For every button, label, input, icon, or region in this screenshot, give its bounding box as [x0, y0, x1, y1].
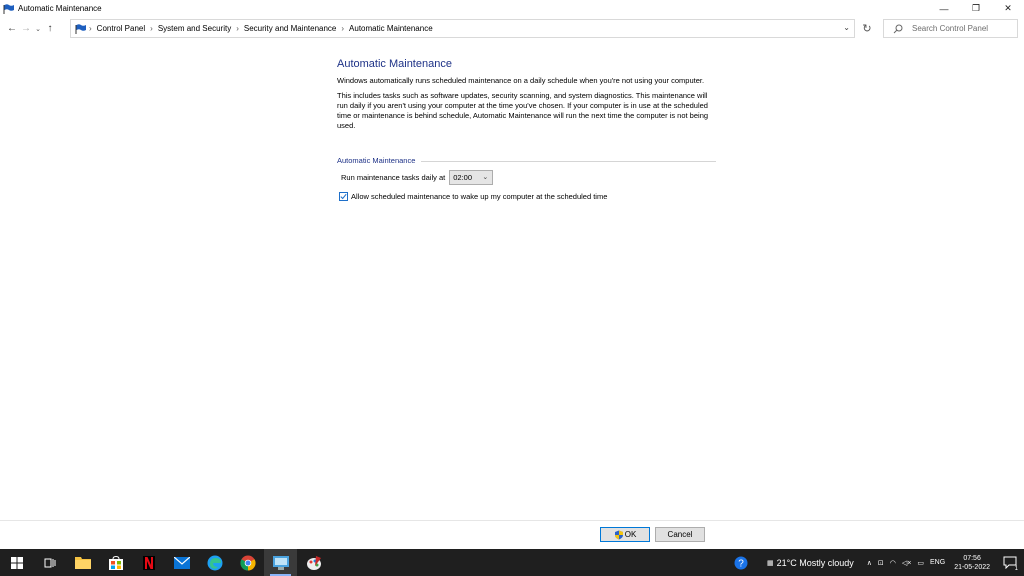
- control-panel-flag-icon: [74, 22, 88, 36]
- notification-center-button[interactable]: 1: [996, 549, 1024, 576]
- chrome-icon: [239, 555, 256, 571]
- title-bar: Automatic Maintenance — ❐ ✕: [0, 0, 1024, 17]
- edge-icon: [207, 555, 222, 570]
- chrome-taskbar-button[interactable]: [231, 549, 264, 576]
- search-icon: [890, 21, 906, 37]
- battery-icon[interactable]: ▭: [914, 559, 927, 567]
- task-view-icon: [44, 558, 55, 567]
- up-button[interactable]: ↑: [43, 20, 57, 38]
- clock-date: 21-05-2022: [954, 563, 990, 571]
- uac-shield-icon: [614, 530, 624, 540]
- maintenance-group-header: Automatic Maintenance: [337, 156, 716, 166]
- details-paragraph: This includes tasks such as software upd…: [337, 91, 709, 130]
- group-label: Automatic Maintenance: [337, 156, 418, 165]
- help-tray-button[interactable]: ?: [729, 549, 753, 576]
- paint-taskbar-button[interactable]: [297, 549, 330, 576]
- refresh-button[interactable]: ↻: [857, 19, 877, 38]
- recent-locations-button[interactable]: ⌄: [33, 20, 43, 38]
- run-time-row: Run maintenance tasks daily at 02:00 ⌄: [341, 170, 494, 185]
- weather-icon: ▦: [767, 559, 774, 567]
- edge-taskbar-button[interactable]: [198, 549, 231, 576]
- breadcrumb-automatic-maintenance[interactable]: Automatic Maintenance: [345, 24, 437, 33]
- wifi-icon[interactable]: ◠: [887, 559, 899, 567]
- address-bar[interactable]: › Control Panel › System and Security › …: [70, 19, 855, 38]
- checkmark-icon: [340, 193, 347, 200]
- language-indicator[interactable]: ENG: [927, 559, 948, 566]
- address-dropdown-button[interactable]: ⌄: [843, 23, 850, 32]
- taskbar: ? ▦ 21°C Mostly cloudy ∧ ⊡ ◠ ◁× ▭ ENG 07…: [0, 549, 1024, 576]
- run-time-label: Run maintenance tasks daily at: [341, 173, 446, 182]
- svg-text:?: ?: [738, 558, 744, 569]
- navigation-bar: ← → ⌄ ↑ › Control Panel › System and Sec…: [0, 17, 1024, 40]
- group-divider: [421, 161, 716, 162]
- netflix-icon: [142, 555, 155, 570]
- run-time-value: 02:00: [453, 173, 473, 182]
- description-paragraph: Windows automatically runs scheduled mai…: [337, 76, 705, 85]
- store-taskbar-button[interactable]: [99, 549, 132, 576]
- network-device-icon[interactable]: ⊡: [875, 559, 887, 567]
- run-time-select[interactable]: 02:00 ⌄: [449, 170, 494, 185]
- windows-logo-icon: [10, 556, 23, 569]
- mail-icon: [173, 556, 190, 569]
- control-panel-icon: [272, 555, 289, 570]
- store-bag-icon: [108, 555, 123, 570]
- search-box[interactable]: [883, 19, 1018, 38]
- wake-checkbox[interactable]: [339, 192, 348, 201]
- cancel-button[interactable]: Cancel: [655, 527, 705, 542]
- breadcrumb-control-panel[interactable]: Control Panel: [93, 24, 149, 33]
- search-input[interactable]: [912, 24, 1012, 33]
- page-title: Automatic Maintenance: [337, 58, 452, 70]
- start-button[interactable]: [0, 549, 33, 576]
- main-content: Automatic Maintenance Windows automatica…: [337, 58, 717, 136]
- back-button[interactable]: ←: [5, 20, 19, 38]
- help-icon: ?: [734, 556, 748, 569]
- notification-count: 1: [1014, 566, 1018, 572]
- chevron-down-icon: ⌄: [482, 174, 489, 181]
- speaker-icon[interactable]: ◁×: [899, 559, 914, 567]
- breadcrumb-security-and-maintenance[interactable]: Security and Maintenance: [240, 24, 341, 33]
- paint-palette-icon: [306, 555, 321, 570]
- ok-label: OK: [624, 530, 637, 539]
- restore-button[interactable]: ❐: [960, 0, 992, 17]
- close-button[interactable]: ✕: [992, 0, 1024, 17]
- window-title: Automatic Maintenance: [18, 4, 102, 13]
- weather-text[interactable]: 21°C Mostly cloudy: [777, 558, 864, 568]
- clock-time: 07:56: [963, 554, 981, 562]
- breadcrumb-system-and-security[interactable]: System and Security: [154, 24, 235, 33]
- footer-divider: [0, 520, 1024, 521]
- folder-icon: [74, 557, 91, 569]
- netflix-taskbar-button[interactable]: [132, 549, 165, 576]
- maintenance-flag-icon: [3, 3, 15, 15]
- minimize-button[interactable]: —: [928, 0, 960, 17]
- chevron-up-icon[interactable]: ∧: [864, 559, 875, 567]
- control-panel-taskbar-button[interactable]: [264, 549, 297, 576]
- system-tray: ? ▦ 21°C Mostly cloudy ∧ ⊡ ◠ ◁× ▭ ENG 07…: [729, 549, 1024, 576]
- clock[interactable]: 07:56 21-05-2022: [948, 554, 996, 572]
- ok-button[interactable]: OK: [600, 527, 650, 542]
- forward-button[interactable]: →: [19, 20, 33, 38]
- mail-taskbar-button[interactable]: [165, 549, 198, 576]
- file-explorer-taskbar-button[interactable]: [66, 549, 99, 576]
- wake-checkbox-label[interactable]: Allow scheduled maintenance to wake up m…: [351, 192, 607, 201]
- task-view-button[interactable]: [33, 549, 66, 576]
- wake-option-row[interactable]: Allow scheduled maintenance to wake up m…: [339, 192, 607, 201]
